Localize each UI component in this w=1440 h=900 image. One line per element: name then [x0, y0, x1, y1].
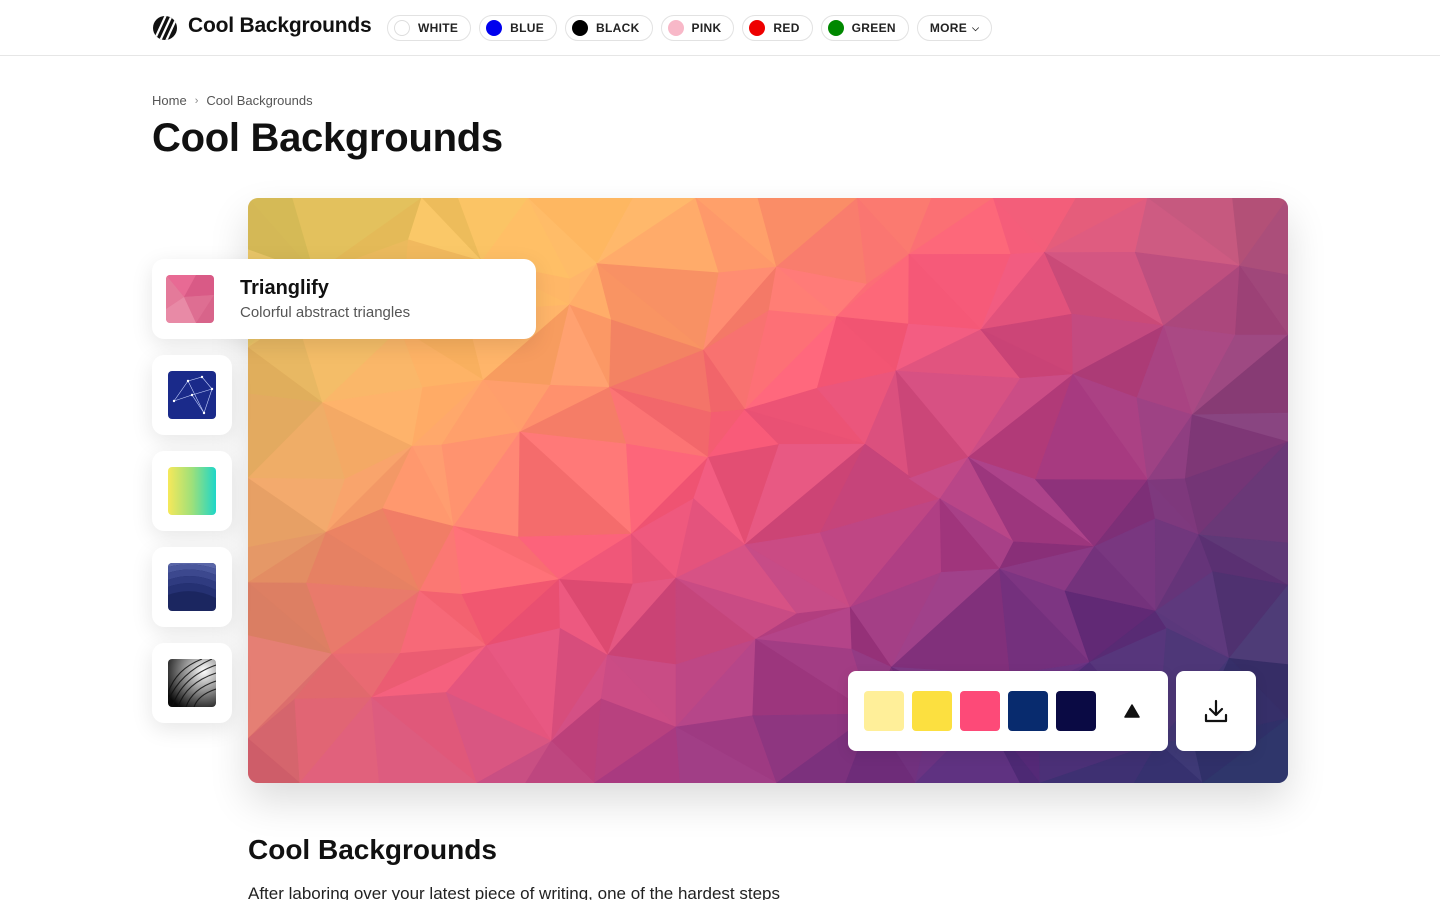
generator-constellation[interactable]	[152, 355, 232, 435]
color-chip-red[interactable]: RED	[742, 15, 813, 41]
color-dot	[572, 20, 589, 36]
generator-name: Trianglify	[240, 277, 329, 299]
chip-label: BLUE	[510, 21, 545, 35]
waves-thumbnail	[168, 563, 216, 611]
chip-label: GREEN	[851, 21, 896, 35]
color-filter-bar: WHITE BLUE BLACK PINK RED GREEN MORE ⌵	[387, 15, 993, 41]
color-dot	[486, 20, 503, 36]
generator-description: Colorful abstract triangles	[240, 304, 411, 321]
page-title: Cool Backgrounds	[152, 116, 503, 160]
triangle-icon	[1124, 704, 1140, 718]
generator-gradient[interactable]	[152, 451, 232, 531]
more-colors-button[interactable]: MORE ⌵	[916, 15, 993, 41]
generator-info: Trianglify Colorful abstract triangles	[240, 277, 410, 321]
spiral-thumbnail	[168, 659, 216, 707]
shape-toggle-button[interactable]	[1104, 691, 1160, 731]
chip-label: MORE	[929, 21, 968, 35]
palette-swatch-4[interactable]	[1008, 691, 1048, 731]
palette-swatch-2[interactable]	[912, 691, 952, 731]
palette-swatch-5[interactable]	[1056, 691, 1096, 731]
chip-label: RED	[773, 21, 800, 35]
breadcrumb-home-link[interactable]: Home	[152, 93, 187, 108]
color-chip-black[interactable]: BLACK	[565, 15, 653, 41]
brand-name[interactable]: Cool Backgrounds	[188, 14, 372, 38]
color-dot	[749, 20, 766, 36]
color-chip-blue[interactable]: BLUE	[479, 15, 558, 41]
color-chip-green[interactable]: GREEN	[820, 15, 909, 41]
chevron-right-icon: ›	[194, 94, 199, 107]
download-icon	[1204, 699, 1228, 723]
chip-label: BLACK	[596, 21, 640, 35]
gradient-thumbnail	[168, 467, 216, 515]
palette-swatch-1[interactable]	[864, 691, 904, 731]
chip-label: WHITE	[418, 21, 459, 35]
color-dot	[667, 20, 684, 36]
generator-waves[interactable]	[152, 547, 232, 627]
article-intro: After laboring over your latest piece of…	[248, 884, 781, 900]
color-palette-panel	[848, 671, 1168, 751]
download-button[interactable]	[1176, 671, 1256, 751]
palette-swatch-3[interactable]	[960, 691, 1000, 731]
chip-label: PINK	[691, 21, 722, 35]
generator-trianglify[interactable]: Trianglify Colorful abstract triangles	[152, 259, 536, 339]
color-chip-pink[interactable]: PINK	[660, 15, 735, 41]
top-navigation: Cool Backgrounds WHITE BLUE BLACK PINK R…	[0, 0, 1440, 56]
striped-circle-logo-icon[interactable]	[152, 15, 178, 41]
breadcrumb-current[interactable]: Cool Backgrounds	[206, 93, 312, 108]
color-dot	[394, 20, 410, 36]
article-title: Cool Backgrounds	[248, 834, 497, 865]
generator-spiral[interactable]	[152, 643, 232, 723]
color-chip-white[interactable]: WHITE	[387, 15, 472, 41]
constellation-thumbnail	[168, 371, 216, 419]
chevron-down-icon: ⌵	[972, 22, 980, 33]
color-dot	[827, 20, 844, 36]
trianglify-thumbnail	[166, 275, 214, 323]
breadcrumb: Home › Cool Backgrounds	[152, 93, 313, 108]
